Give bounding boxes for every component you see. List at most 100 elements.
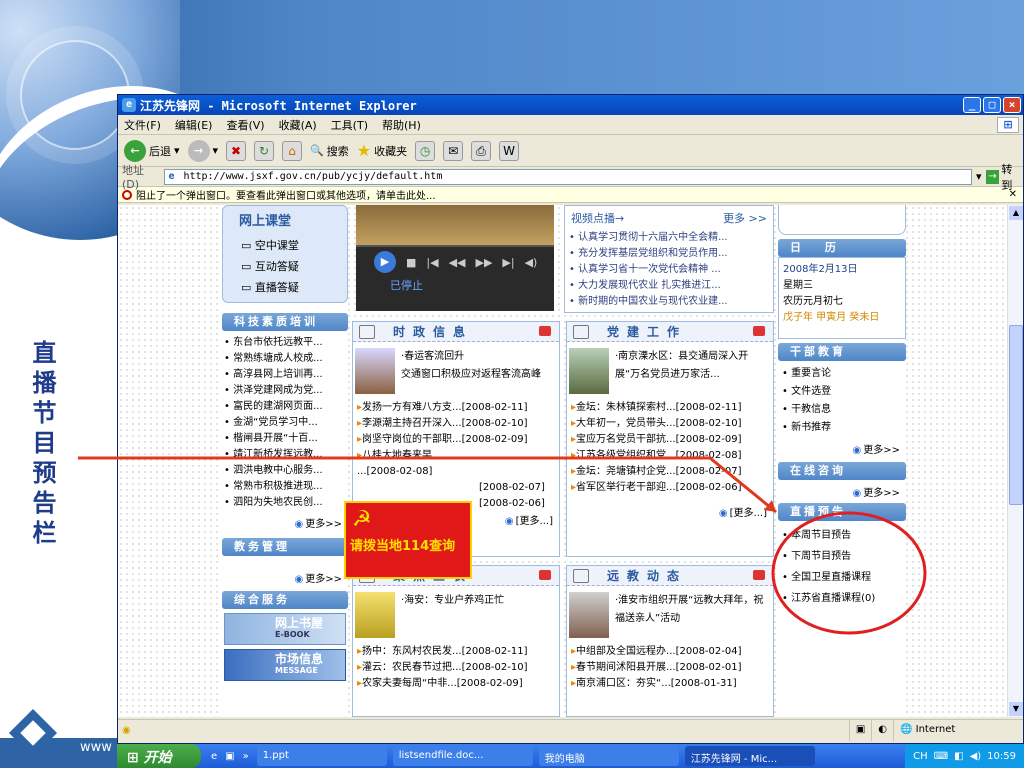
- print-icon[interactable]: ⎙: [471, 140, 492, 161]
- list-item[interactable]: • 新书推荐: [782, 419, 902, 437]
- live-preview-item[interactable]: • 江苏省直播课程(0): [782, 588, 902, 609]
- favorites-button[interactable]: ★ 收藏夹: [357, 141, 407, 160]
- list-item[interactable]: ▸江苏各级党组织和党...[2008-02-08]: [571, 448, 773, 464]
- list-item[interactable]: • 高淳县网上培训再...: [224, 367, 346, 383]
- list-item[interactable]: • 常熟市积极推进现...: [224, 479, 346, 495]
- volume-icon[interactable]: ◀): [525, 256, 538, 269]
- list-item[interactable]: ▸八桂大地春来早: [357, 448, 559, 464]
- list-item[interactable]: ▸宝应万名党员干部抗...[2008-02-09]: [571, 432, 773, 448]
- refresh-icon[interactable]: ↻: [254, 140, 275, 161]
- list-item[interactable]: • 重要言论: [782, 365, 902, 383]
- agri-headline[interactable]: ·海安：专业户养鸡正忙: [395, 592, 504, 638]
- list-item[interactable]: ▸金坛：朱林镇探索村...[2008-02-11]: [571, 400, 773, 416]
- edu-mgmt-more-link[interactable]: 更多>>: [222, 570, 348, 585]
- list-item[interactable]: ...[2008-02-08]: [357, 464, 559, 480]
- list-item[interactable]: ▸省军区举行老干部迎...[2008-02-06]: [571, 480, 773, 496]
- mail-icon[interactable]: ✉: [443, 140, 464, 161]
- list-item[interactable]: • 泗洪电教中心服务...: [224, 463, 346, 479]
- ime-indicator[interactable]: CH: [913, 751, 928, 762]
- list-item[interactable]: ▸中组部及全国远程办...[2008-02-04]: [571, 644, 773, 660]
- ebook-banner[interactable]: 网上书屋 E-BOOK: [224, 613, 346, 645]
- list-item[interactable]: ▸农家夫妻每周“中非...[2008-02-09]: [357, 676, 559, 692]
- online-class-item-3[interactable]: ▭ 直播答疑: [241, 277, 343, 298]
- task-ppt[interactable]: 1.ppt: [256, 746, 387, 766]
- menu-help[interactable]: 帮助(H): [382, 117, 421, 133]
- live-preview-item[interactable]: • 本周节目预告: [782, 525, 902, 546]
- task-my-computer[interactable]: 我的电脑: [538, 746, 679, 766]
- address-dropdown-icon[interactable]: ▾: [976, 170, 982, 183]
- stop-media-icon[interactable]: ■: [406, 256, 416, 269]
- video-player[interactable]: ▶ ■ |◀ ◀◀ ▶▶ ▶| ◀) 已停止: [356, 205, 554, 311]
- vertical-scrollbar[interactable]: ▲ ▼: [1007, 205, 1023, 717]
- list-item[interactable]: • 靖江新桥发挥远教...: [224, 447, 346, 463]
- maximize-button[interactable]: □: [983, 97, 1001, 113]
- list-item[interactable]: • 干教信息: [782, 401, 902, 419]
- list-item[interactable]: ▸发扬一方有难八方支...[2008-02-11]: [357, 400, 559, 416]
- home-icon[interactable]: ⌂: [282, 140, 303, 161]
- forward-icon[interactable]: ▶▶: [476, 256, 493, 269]
- party-more-link[interactable]: [更多...]: [567, 504, 773, 519]
- consult-more-link[interactable]: 更多>>: [778, 484, 906, 499]
- live-preview-item[interactable]: • 全国卫星直播课程: [782, 567, 902, 588]
- back-button[interactable]: ← 后退 ▾: [124, 139, 180, 162]
- next-icon[interactable]: ▶|: [502, 256, 514, 269]
- list-item[interactable]: • 认真学习贯彻十六届六中全会精...: [569, 230, 773, 246]
- menu-tools[interactable]: 工具(T): [331, 117, 368, 133]
- rewind-icon[interactable]: ◀◀: [449, 256, 466, 269]
- close-popup-bar-icon[interactable]: ✕: [1009, 189, 1017, 200]
- forward-button[interactable]: → ▾: [187, 139, 218, 162]
- stop-icon[interactable]: ✖: [226, 140, 247, 161]
- list-item[interactable]: ▸金坛：尧塘镇村企党...[2008-02-07]: [571, 464, 773, 480]
- prev-icon[interactable]: |◀: [426, 256, 438, 269]
- quicklaunch-ie-icon[interactable]: e: [211, 751, 217, 762]
- volume-tray-icon[interactable]: ◀): [970, 751, 982, 762]
- list-item[interactable]: • 常熟练塘成人校成...: [224, 351, 346, 367]
- list-item[interactable]: ▸灌云：农民春节过把...[2008-02-10]: [357, 660, 559, 676]
- cadre-edu-more-link[interactable]: 更多>>: [778, 441, 906, 456]
- remote-headline[interactable]: ·淮安市组织开展“远教大拜年，祝福送亲人”活动: [609, 592, 771, 638]
- task-doc[interactable]: listsendfile.doc...: [392, 746, 533, 766]
- keyboard-icon[interactable]: ⌨: [934, 751, 948, 762]
- ad-banner[interactable]: ☭ 请拨当地114查询: [344, 501, 472, 579]
- tech-training-more-link[interactable]: 更多>>: [222, 515, 348, 530]
- list-item[interactable]: • 楷闸县开展“十百...: [224, 431, 346, 447]
- list-item[interactable]: ▸岗坚守岗位的干部职...[2008-02-09]: [357, 432, 559, 448]
- menu-view[interactable]: 查看(V): [226, 117, 264, 133]
- close-button[interactable]: ×: [1003, 97, 1021, 113]
- menu-edit[interactable]: 编辑(E): [175, 117, 213, 133]
- address-input[interactable]: http://www.jsxf.gov.cn/pub/ycjy/default.…: [164, 168, 973, 185]
- list-item[interactable]: ▸扬中：东风村农民发...[2008-02-11]: [357, 644, 559, 660]
- list-item[interactable]: • 文件选登: [782, 383, 902, 401]
- scroll-thumb[interactable]: [1009, 325, 1023, 505]
- list-item[interactable]: • 洪泽党建网成为党...: [224, 383, 346, 399]
- list-item[interactable]: • 富民的建湖网页面...: [224, 399, 346, 415]
- list-item[interactable]: ▸南京浦口区：夯实“...[2008-01-31]: [571, 676, 773, 692]
- list-item[interactable]: ▸李源潮主持召开深入...[2008-02-10]: [357, 416, 559, 432]
- network-icon[interactable]: ◧: [954, 751, 963, 762]
- scroll-down-icon[interactable]: ▼: [1009, 702, 1023, 716]
- politics-headline[interactable]: ·春运客流回升 交通窗口积极应对返程客流高峰: [395, 348, 541, 394]
- menu-file[interactable]: 文件(F): [124, 117, 161, 133]
- menu-favorites[interactable]: 收藏(A): [279, 117, 317, 133]
- quicklaunch-more-icon[interactable]: »: [243, 751, 249, 762]
- edit-icon[interactable]: W: [499, 140, 520, 161]
- play-icon[interactable]: ▶: [374, 251, 396, 273]
- list-item[interactable]: ▸春节期间沭阳县开展...[2008-02-01]: [571, 660, 773, 676]
- list-item[interactable]: • 金湖“党员学习中...: [224, 415, 346, 431]
- list-item[interactable]: • 大力发展现代农业 扎实推进江...: [569, 278, 773, 294]
- market-info-banner[interactable]: 市场信息 MESSAGE: [224, 649, 346, 681]
- list-item[interactable]: • 泗阳为失地农民创...: [224, 495, 346, 511]
- quicklaunch-desktop-icon[interactable]: ▣: [225, 751, 234, 762]
- list-item[interactable]: • 东台市依托远教平...: [224, 335, 346, 351]
- video-points-more-link[interactable]: 更多 >>: [723, 210, 767, 226]
- party-headline[interactable]: ·南京溧水区：县交通局深入开展“万名党员进万家活...: [609, 348, 771, 394]
- online-class-item-1[interactable]: ▭ 空中课堂: [241, 235, 343, 256]
- list-item[interactable]: [2008-02-07]: [357, 480, 559, 496]
- start-button[interactable]: ⊞ 开始: [117, 744, 201, 768]
- scroll-up-icon[interactable]: ▲: [1009, 206, 1023, 220]
- live-preview-item[interactable]: • 下周节目预告: [782, 546, 902, 567]
- list-item[interactable]: • 新时期的中国农业与现代农业建...: [569, 294, 773, 310]
- task-ie-window[interactable]: 江苏先锋网 - Mic...: [684, 746, 815, 766]
- online-class-item-2[interactable]: ▭ 互动答疑: [241, 256, 343, 277]
- go-button[interactable]: → 转到: [985, 161, 1023, 193]
